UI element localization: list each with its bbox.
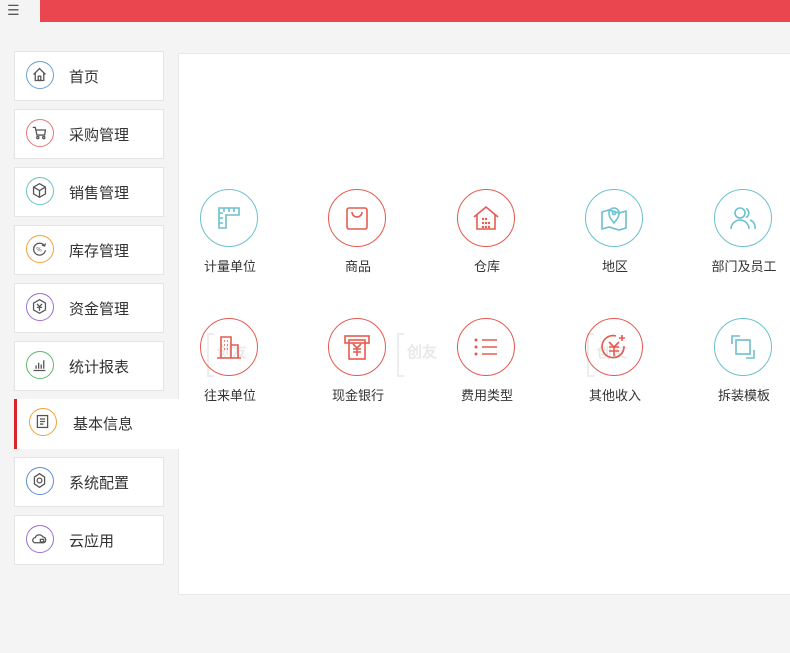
grid-item-label: 现金银行 — [331, 389, 384, 404]
funds-icon — [26, 293, 54, 321]
sidebar-item-basic-info[interactable]: 基本信息 — [14, 399, 180, 449]
warehouse-icon — [457, 189, 515, 247]
grid-item-label: 地区 — [601, 260, 628, 275]
sidebar-item-label: 库存管理 — [69, 242, 130, 260]
cash-icon — [328, 318, 386, 376]
sidebar-item-label: 统计报表 — [69, 358, 130, 376]
grid-item-label: 商品 — [344, 260, 371, 275]
income-icon — [585, 318, 643, 376]
menu-toggle-button[interactable]: ☰ — [0, 0, 40, 22]
sidebar-item-label: 首页 — [69, 68, 100, 86]
list-icon — [457, 318, 515, 376]
sidebar-item-home[interactable]: 首页 — [14, 51, 164, 101]
cloud-icon — [26, 525, 54, 553]
template-icon — [714, 318, 772, 376]
grid-item-label: 部门及员工 — [711, 260, 777, 275]
settings-icon — [26, 467, 54, 495]
grid-item-assembly-templates[interactable]: 拆装模板 — [689, 318, 790, 408]
box-icon — [26, 177, 54, 205]
sidebar-item-inventory[interactable]: % 库存管理 — [14, 225, 164, 275]
sidebar-item-cloud[interactable]: 云应用 — [14, 515, 164, 565]
ruler-icon — [200, 189, 258, 247]
grid-item-label: 计量单位 — [203, 260, 256, 275]
grid-item-label: 费用类型 — [460, 389, 513, 404]
grid-item-cash-bank[interactable]: 现金银行 — [303, 318, 413, 408]
sidebar-item-funds[interactable]: 资金管理 — [14, 283, 164, 333]
sidebar-item-label: 基本信息 — [73, 415, 134, 433]
map-pin-icon — [585, 189, 643, 247]
grid-item-partners[interactable]: 往来单位 — [175, 318, 285, 408]
grid-item-regions[interactable]: 地区 — [560, 189, 670, 279]
sidebar-item-label: 云应用 — [69, 532, 115, 550]
sidebar-item-label: 资金管理 — [69, 300, 130, 318]
sidebar-item-label: 销售管理 — [69, 184, 130, 202]
main-panel: 创友 创友 创友 计量单位 商品 仓库 地区 部门及员工 往来单位 现金银行 费… — [178, 53, 790, 595]
hamburger-icon: ☰ — [7, 3, 20, 19]
home-icon — [26, 61, 54, 89]
grid-item-warehouse[interactable]: 仓库 — [432, 189, 542, 279]
sidebar-item-label: 系统配置 — [69, 474, 130, 492]
grid-item-departments[interactable]: 部门及员工 — [689, 189, 790, 279]
grid-item-other-income[interactable]: 其他收入 — [560, 318, 670, 408]
bag-icon — [328, 189, 386, 247]
chart-icon — [26, 351, 54, 379]
sidebar-item-reports[interactable]: 统计报表 — [14, 341, 164, 391]
cart-icon — [26, 119, 54, 147]
svg-text:%: % — [36, 246, 42, 253]
grid-item-products[interactable]: 商品 — [303, 189, 413, 279]
grid-item-label: 仓库 — [473, 260, 500, 275]
users-icon — [714, 189, 772, 247]
grid-item-expense-types[interactable]: 费用类型 — [432, 318, 542, 408]
grid-item-label: 其他收入 — [588, 389, 641, 404]
document-icon — [29, 408, 57, 436]
sidebar-item-settings[interactable]: 系统配置 — [14, 457, 164, 507]
building-icon — [200, 318, 258, 376]
grid-item-units[interactable]: 计量单位 — [175, 189, 285, 279]
sidebar-item-sales[interactable]: 销售管理 — [14, 167, 164, 217]
sidebar-item-purchase[interactable]: 采购管理 — [14, 109, 164, 159]
grid-item-label: 往来单位 — [203, 389, 256, 404]
sidebar-item-label: 采购管理 — [69, 126, 130, 144]
grid-item-label: 拆装模板 — [717, 389, 770, 404]
top-bar — [40, 0, 790, 22]
inventory-icon: % — [26, 235, 54, 263]
